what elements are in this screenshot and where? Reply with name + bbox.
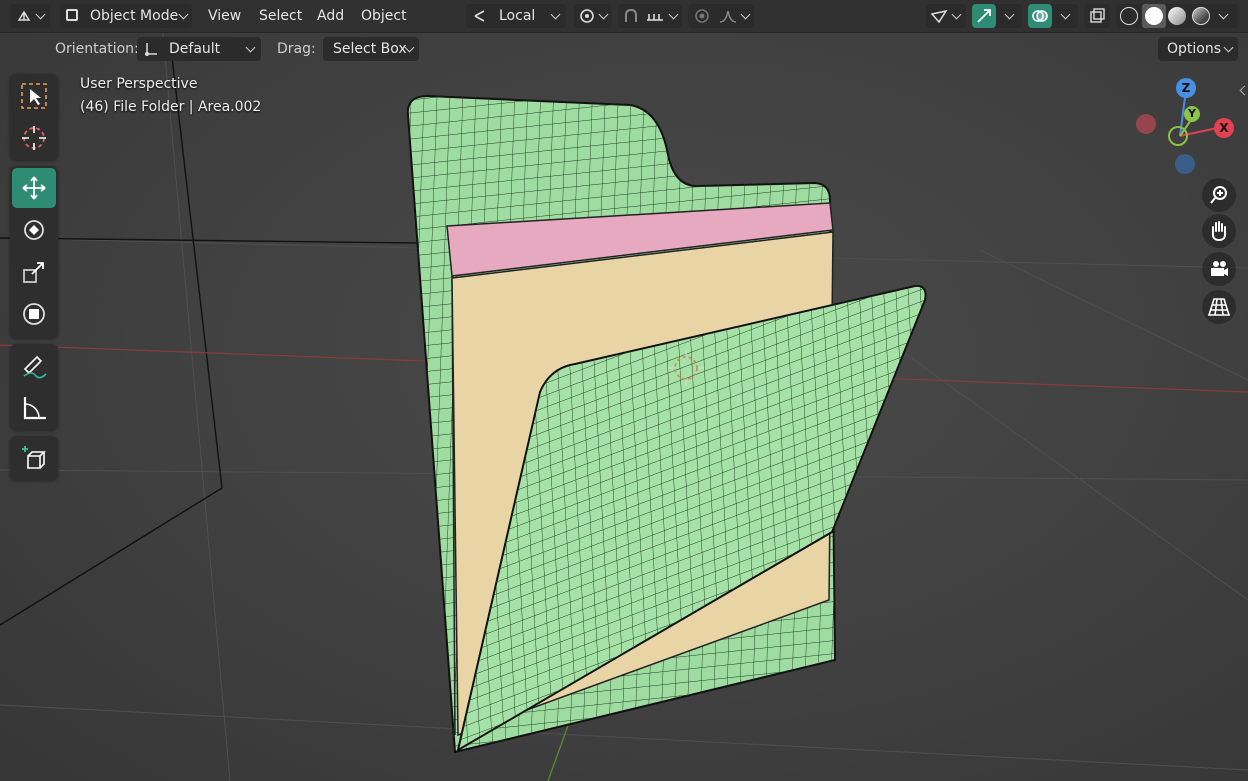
wireframe-shading-icon[interactable] [1120, 7, 1138, 25]
move-tool[interactable] [12, 168, 56, 208]
add-cube-tool[interactable] [12, 438, 56, 478]
pivot-icon [580, 9, 594, 23]
transform-orientation-dropdown[interactable]: Local [466, 4, 566, 28]
cursor-icon [22, 126, 46, 150]
gizmo-toggle[interactable] [972, 4, 1022, 28]
material-shading-icon[interactable] [1168, 7, 1186, 25]
pivot-point-dropdown[interactable] [574, 4, 612, 28]
sidebar-toggle[interactable] [1238, 84, 1248, 98]
annotate-pencil-icon [23, 355, 47, 379]
add-cube-icon [22, 446, 46, 469]
visibility-arrow-icon [930, 9, 948, 24]
zoom-button[interactable] [1202, 178, 1236, 212]
proportional-edit-icon [695, 9, 709, 23]
gizmo-neg-z-axis[interactable] [1175, 154, 1195, 174]
transform-icon [23, 303, 45, 325]
menu-select[interactable]: Select [255, 4, 306, 28]
gizmo-icon [977, 9, 991, 23]
rotate-icon [24, 220, 44, 240]
options-label: Options [1167, 41, 1222, 57]
toolbar-annotate-group [10, 344, 58, 430]
solid-shading-icon [1145, 7, 1163, 25]
hand-icon [1211, 221, 1227, 242]
local-axes-icon [474, 10, 485, 22]
gizmo-z-axis[interactable]: Z [1176, 78, 1196, 98]
world-box-lines [0, 39, 421, 626]
measure-ruler-icon [23, 397, 46, 420]
zoom-icon [1210, 186, 1227, 204]
menu-view[interactable]: View [204, 4, 245, 28]
proportional-editing-group[interactable] [688, 4, 754, 28]
viewport-scene[interactable] [0, 0, 1248, 781]
overlays-icon [1032, 10, 1048, 22]
gizmo-x-axis[interactable]: X [1214, 118, 1234, 138]
mode-label: Object Mode [90, 8, 179, 24]
select-box-icon [21, 83, 47, 109]
snap-magnet-icon [625, 8, 637, 22]
drag-value: Select Box [333, 41, 407, 57]
rendered-shading-icon[interactable] [1192, 7, 1210, 25]
measure-tool[interactable] [12, 388, 56, 428]
editor-type-icon [17, 10, 31, 21]
toolbar-add-group [10, 436, 58, 480]
snapping-group[interactable] [618, 4, 682, 28]
overlays-toggle-on[interactable] [1028, 4, 1052, 28]
xray-icon [1090, 8, 1105, 23]
3d-viewport[interactable]: Object Mode View Select Add Object Local [0, 0, 1248, 781]
pan-button[interactable] [1202, 214, 1236, 248]
view-name: User Perspective [80, 76, 198, 92]
orientation-dropdown[interactable]: Default [137, 37, 261, 61]
viewport-header: Object Mode View Select Add Object Local [0, 0, 1248, 33]
move-arrows-icon [22, 176, 46, 200]
annotate-tool[interactable] [12, 346, 56, 386]
xray-toggle[interactable] [1084, 4, 1110, 28]
drag-dropdown[interactable]: Select Box [323, 37, 419, 61]
orientation-axes-icon [145, 43, 157, 56]
overlays-toggle[interactable] [1028, 4, 1078, 28]
object-info: (46) File Folder | Area.002 [80, 99, 262, 115]
gizmo-neg-x-axis[interactable] [1136, 114, 1156, 134]
scale-tool[interactable] [12, 252, 56, 292]
gizmo-y-axis[interactable]: Y [1184, 106, 1200, 122]
options-dropdown[interactable]: Options [1158, 37, 1238, 61]
camera-icon [1211, 261, 1228, 276]
toolbar-transform-group [10, 166, 58, 338]
orientation-value: Default [169, 41, 221, 57]
drag-label: Drag: [277, 41, 316, 57]
orientation-label: Orientation: [55, 41, 139, 57]
scale-icon [23, 262, 44, 283]
transform-orientation-label: Local [499, 8, 536, 24]
ortho-toggle-button[interactable] [1202, 290, 1236, 324]
grid-perspective-icon [1208, 298, 1230, 316]
gizmo-neg-y-axis[interactable] [1168, 126, 1188, 146]
select-box-tool[interactable] [12, 76, 56, 116]
toolbar-select-group [10, 74, 58, 160]
menu-object[interactable]: Object [357, 4, 411, 28]
gizmo-toggle-on[interactable] [972, 4, 996, 28]
snap-increment-icon [647, 14, 663, 21]
cursor-tool[interactable] [12, 118, 56, 158]
transform-tool[interactable] [12, 294, 56, 334]
object-mode-icon [66, 9, 78, 21]
menu-add[interactable]: Add [313, 4, 348, 28]
falloff-curve-icon [719, 10, 737, 23]
camera-view-button[interactable] [1202, 252, 1236, 286]
selectability-dropdown[interactable] [926, 4, 966, 28]
shading-mode-group[interactable] [1116, 4, 1238, 28]
tool-settings-bar: Orientation: Default Drag: Select Box Op… [0, 33, 1248, 65]
editor-type-button[interactable] [10, 4, 50, 28]
mode-selector[interactable]: Object Mode [60, 4, 192, 28]
rotate-tool[interactable] [12, 210, 56, 250]
